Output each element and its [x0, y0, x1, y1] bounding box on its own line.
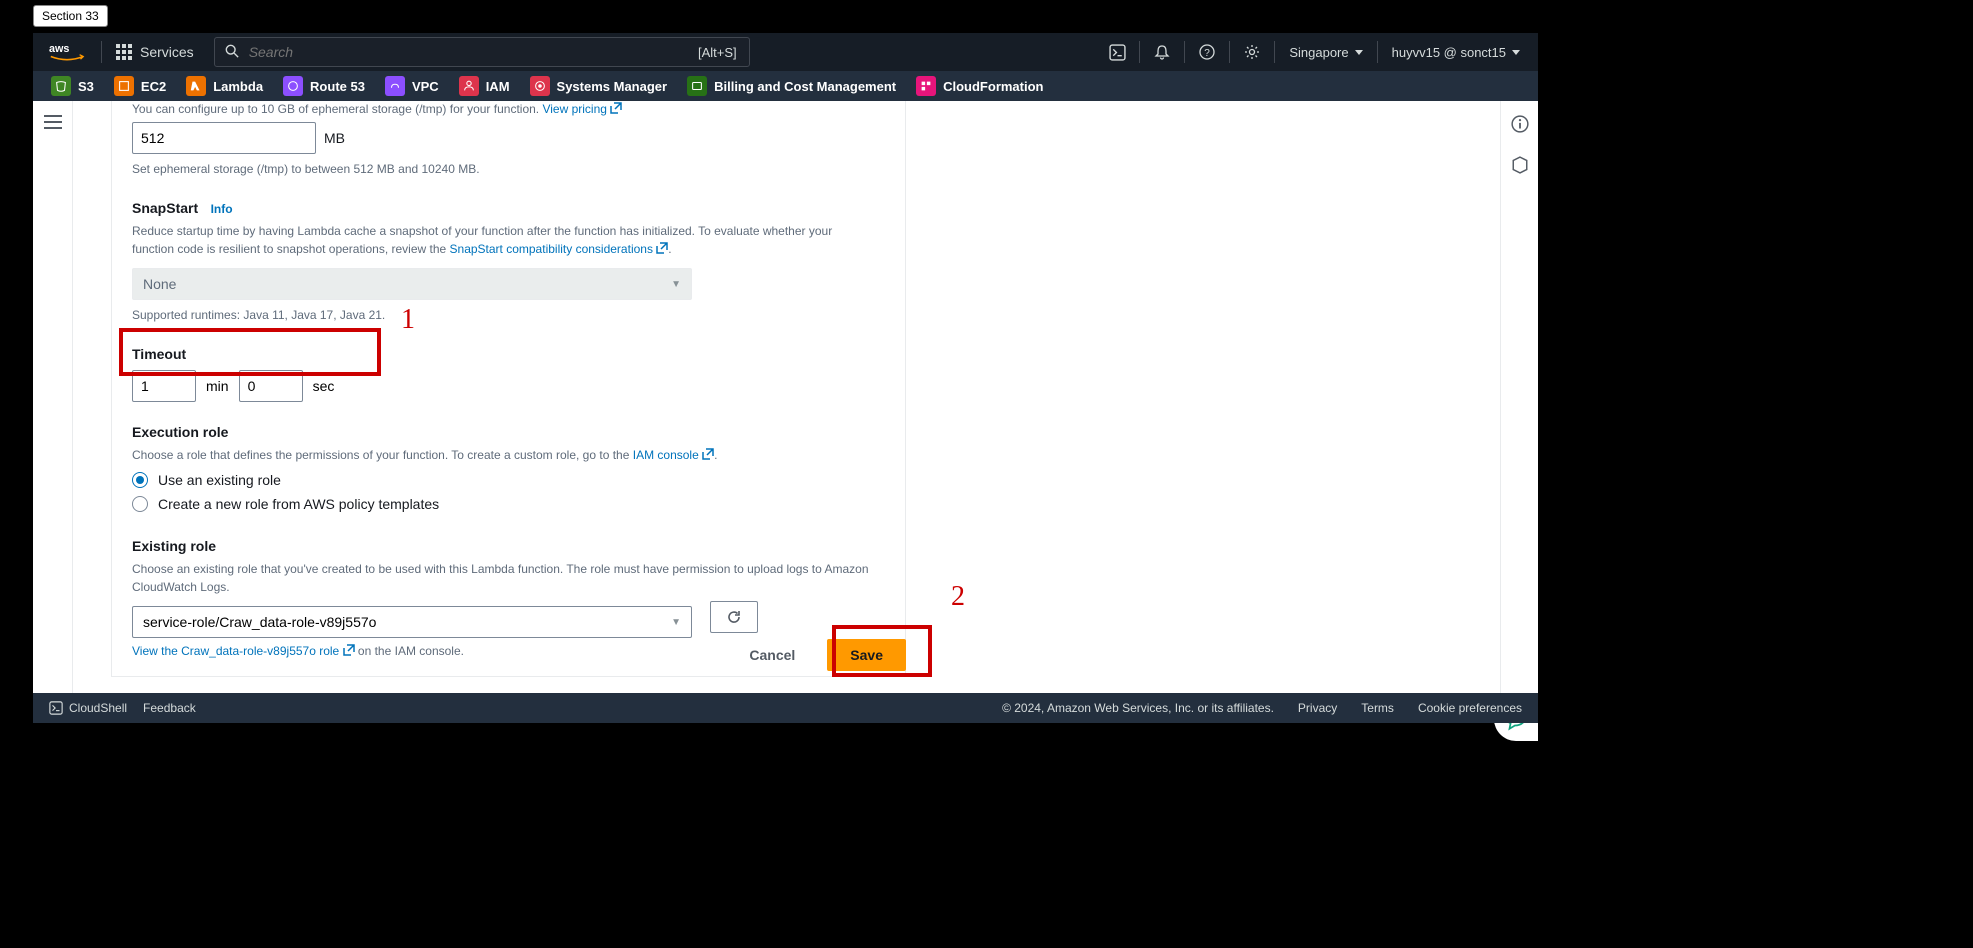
grid-icon — [116, 44, 132, 60]
caret-down-icon: ▼ — [671, 279, 681, 290]
svg-text:?: ? — [1205, 48, 1211, 59]
existing-role-select[interactable]: service-role/Craw_data-role-v89j557o ▼ — [132, 606, 692, 638]
execrole-desc: Choose a role that defines the permissio… — [132, 446, 885, 464]
tools-panel-icon[interactable] — [1511, 156, 1529, 179]
main-content: You can configure up to 10 GB of ephemer… — [73, 101, 1500, 693]
fav-lambda[interactable]: Lambda — [176, 76, 273, 96]
route53-icon — [283, 76, 303, 96]
execrole-title: Execution role — [132, 424, 228, 440]
region-selector[interactable]: Singapore — [1275, 45, 1376, 60]
browser-tab: Section 33 — [33, 5, 108, 27]
snapstart-helper: Supported runtimes: Java 11, Java 17, Ja… — [132, 306, 885, 324]
snapstart-compat-link[interactable]: SnapStart compatibility considerations — [450, 242, 669, 256]
annotation-number-2: 2 — [951, 581, 965, 613]
radio-icon[interactable] — [132, 496, 148, 512]
info-panel-icon[interactable] — [1511, 115, 1529, 138]
snapstart-title: SnapStart — [132, 200, 198, 216]
save-button[interactable]: Save — [827, 639, 906, 671]
refresh-roles-button[interactable] — [710, 601, 758, 633]
left-nav-rail — [33, 101, 73, 693]
iam-icon — [459, 76, 479, 96]
cfn-icon — [916, 76, 936, 96]
aws-header: aws Services [Alt+S] ? Singapore — [33, 33, 1538, 71]
radio-create-role[interactable]: Create a new role from AWS policy templa… — [132, 496, 885, 512]
services-label: Services — [140, 44, 194, 60]
radio-icon[interactable] — [132, 472, 148, 488]
lambda-icon — [186, 76, 206, 96]
fav-s3[interactable]: S3 — [41, 76, 104, 96]
fav-route53[interactable]: Route 53 — [273, 76, 375, 96]
mb-unit-label: MB — [324, 130, 345, 146]
notifications-icon[interactable] — [1140, 44, 1184, 60]
user-label: huyvv15 @ sonct15 — [1392, 45, 1506, 60]
privacy-link[interactable]: Privacy — [1298, 701, 1337, 715]
caret-down-icon — [1355, 50, 1363, 55]
fav-ec2[interactable]: EC2 — [104, 76, 176, 96]
snapstart-desc: Reduce startup time by having Lambda cac… — [132, 222, 852, 258]
vpc-icon — [385, 76, 405, 96]
aws-logo[interactable]: aws — [33, 41, 101, 63]
help-icon[interactable]: ? — [1185, 44, 1229, 60]
terms-link[interactable]: Terms — [1361, 701, 1394, 715]
ephemeral-storage-input[interactable] — [132, 122, 316, 154]
copyright: © 2024, Amazon Web Services, Inc. or its… — [1002, 701, 1274, 715]
fav-ssm[interactable]: Systems Manager — [520, 76, 678, 96]
feedback-link[interactable]: Feedback — [143, 701, 196, 715]
existing-role-value: service-role/Craw_data-role-v89j557o — [143, 614, 376, 630]
existingrole-title: Existing role — [132, 538, 216, 554]
fav-billing[interactable]: Billing and Cost Management — [677, 76, 906, 96]
ephemeral-desc: You can configure up to 10 GB of ephemer… — [132, 101, 885, 118]
fav-cfn[interactable]: CloudFormation — [906, 76, 1053, 96]
content-area: You can configure up to 10 GB of ephemer… — [33, 101, 1538, 693]
fav-iam[interactable]: IAM — [449, 76, 520, 96]
favorites-bar: S3 EC2 Lambda Route 53 VPC IAM Systems M… — [33, 71, 1538, 101]
snapstart-info-link[interactable]: Info — [211, 202, 233, 216]
s3-icon — [51, 76, 71, 96]
timeout-sec-input[interactable] — [239, 370, 303, 402]
svg-text:aws: aws — [49, 43, 69, 55]
caret-down-icon: ▼ — [671, 617, 681, 628]
account-selector[interactable]: huyvv15 @ sonct15 — [1378, 45, 1538, 60]
refresh-icon — [726, 609, 742, 625]
view-pricing-link[interactable]: View pricing — [542, 102, 622, 116]
search-box[interactable]: [Alt+S] — [214, 37, 750, 67]
radio-existing-role[interactable]: Use an existing role — [132, 472, 885, 488]
services-menu[interactable]: Services — [102, 44, 208, 60]
footer: CloudShell Feedback © 2024, Amazon Web S… — [33, 693, 1538, 723]
search-input[interactable] — [215, 38, 749, 66]
config-panel: You can configure up to 10 GB of ephemer… — [111, 101, 906, 677]
cloudshell-button[interactable]: CloudShell — [49, 701, 127, 715]
ephemeral-helper: Set ephemeral storage (/tmp) to between … — [132, 160, 885, 178]
cancel-button[interactable]: Cancel — [733, 639, 811, 671]
existingrole-desc: Choose an existing role that you've crea… — [132, 560, 882, 596]
cookies-link[interactable]: Cookie preferences — [1418, 701, 1522, 715]
snapstart-select: None ▼ — [132, 268, 692, 300]
search-shortcut-hint: [Alt+S] — [698, 45, 737, 60]
fav-vpc[interactable]: VPC — [375, 76, 449, 96]
timeout-title: Timeout — [132, 346, 186, 362]
cloudshell-icon[interactable] — [1095, 44, 1139, 61]
menu-toggle-icon[interactable] — [44, 115, 62, 693]
search-icon — [225, 44, 239, 61]
region-label: Singapore — [1289, 45, 1348, 60]
iam-console-link[interactable]: IAM console — [633, 448, 714, 462]
timeout-row: min sec — [132, 370, 885, 402]
ec2-icon — [114, 76, 134, 96]
sec-label: sec — [313, 378, 335, 394]
settings-icon[interactable] — [1230, 44, 1274, 60]
min-label: min — [206, 378, 229, 394]
right-rail — [1500, 101, 1538, 693]
timeout-min-input[interactable] — [132, 370, 196, 402]
ssm-icon — [530, 76, 550, 96]
snapstart-value: None — [143, 276, 176, 292]
billing-icon — [687, 76, 707, 96]
caret-down-icon — [1512, 50, 1520, 55]
